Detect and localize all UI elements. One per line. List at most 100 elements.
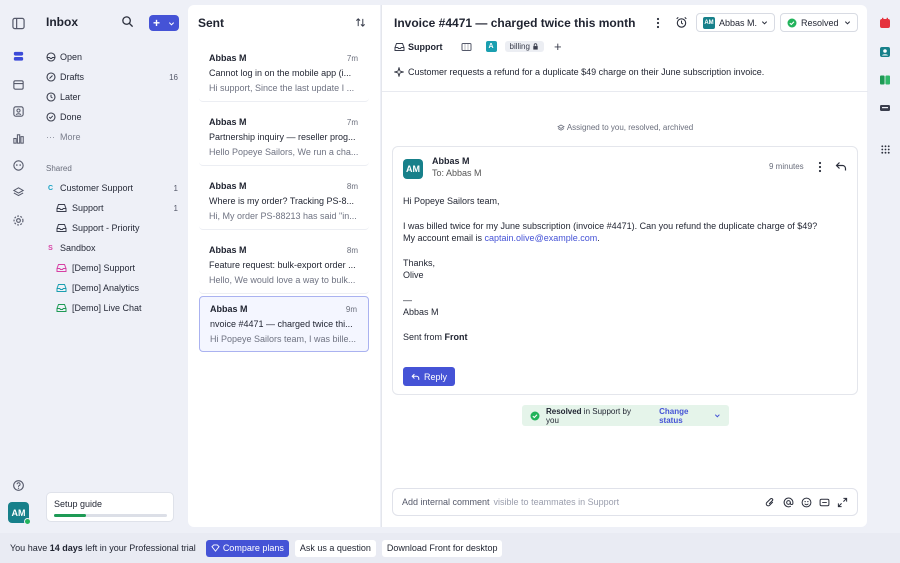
app-grid-icon[interactable] [878,142,892,156]
sandbox-letter-icon: S [48,244,53,252]
green-book-app-icon[interactable] [878,73,892,87]
inbox-stack-icon[interactable] [9,47,27,65]
shared-demo-live-chat[interactable]: [Demo] Live Chat [56,299,178,317]
chevron-down-icon [168,20,175,27]
conversation-title: Invoice #4471 — charged twice this month [394,16,636,30]
activity-note: Assigned to you, resolved, archived [382,123,868,132]
analytics-icon[interactable] [9,129,27,147]
tag-row: Support A billing + [394,40,562,53]
nav-drafts[interactable]: Drafts 16 [46,68,178,86]
tag-billing[interactable]: billing [504,41,544,52]
red-app-icon[interactable] [878,16,892,30]
message-card: AM Abbas M To: Abbas M 9 minutes Hi Pope… [392,146,858,395]
ai-summary: Customer requests a refund for a duplica… [394,67,764,77]
reply-button[interactable]: Reply [403,367,456,386]
app-badge-icon[interactable]: A [485,41,497,52]
inbox-icon [56,223,72,233]
recipient: To: Abbas M [432,168,482,178]
check-circle-icon [787,18,797,28]
sender-avatar: AM [403,159,423,179]
nav-later[interactable]: Later [46,88,178,106]
message-body: Hi Popeye Sailors team, I was billed twi… [403,196,818,342]
more-vertical-icon[interactable] [654,17,662,29]
shared-demo-analytics[interactable]: [Demo] Analytics [56,279,178,297]
contacts-icon[interactable] [9,102,27,120]
comment-composer[interactable]: Add internal comment visible to teammate… [392,488,858,516]
layers-small-icon [557,124,565,132]
compare-plans-button[interactable]: Compare plans [205,539,289,557]
layers-icon[interactable] [9,183,27,201]
setup-guide[interactable]: Setup guide [46,492,174,522]
status-dropdown[interactable]: Resolved [780,13,858,32]
search-icon[interactable] [121,15,134,28]
check-circle-icon [530,411,540,421]
shared-support-priority[interactable]: Support - Priority [56,219,178,237]
online-status-dot [24,518,31,525]
shared-support[interactable]: Support 1 [56,199,178,217]
shared-section-label: Shared [46,164,72,173]
keyboard-app-icon[interactable] [878,101,892,115]
message-more-icon[interactable] [816,161,824,173]
message-time: 9 minutes [769,162,804,171]
compose-button[interactable]: + [149,15,179,31]
chevron-down-icon [844,19,851,26]
list-item-selected[interactable]: Abbas M 9m nvoice #4471 — charged twice th… [199,296,369,352]
customer-support-letter-icon: C [47,184,54,192]
snooze-alarm-icon[interactable] [675,16,688,29]
ask-question-button[interactable]: Ask us a question [294,539,376,557]
shared-sandbox[interactable]: S Sandbox [46,239,178,257]
chevron-down-icon [715,414,721,418]
list-item[interactable]: Abbas M 7m Cannot log in on the mobile app… [199,46,369,102]
trial-banner: You have 14 days left in your Profession… [0,533,900,563]
download-desktop-button[interactable]: Download Front for desktop [381,539,503,557]
shared-customer-support[interactable]: C Customer Support 1 [46,179,178,197]
sent-list-panel: Sent Abbas M 7m Cannot log in on the mobil… [188,5,380,527]
diamond-icon [211,544,220,552]
inbox-tray-icon [46,52,60,62]
change-status-link[interactable]: Change status [659,407,721,425]
setup-guide-label: Setup guide [54,499,103,509]
email-link[interactable]: captain.olive@example.com [485,233,598,243]
attachment-icon[interactable] [765,497,776,508]
help-icon[interactable] [9,476,27,494]
front-link[interactable]: Front [445,332,468,342]
inbox-title: Inbox [46,15,78,29]
shared-demo-support[interactable]: [Demo] Support [56,259,178,277]
assignee-dropdown[interactable]: AM Abbas M. [696,13,775,32]
sort-arrows-icon[interactable] [355,17,366,28]
list-item[interactable]: Abbas M 8m Feature request: bulk-export or… [199,238,369,294]
reply-arrow-icon[interactable] [835,161,847,172]
check-circle-icon [46,112,60,122]
settings-gear-icon[interactable] [9,211,27,229]
reply-icon [411,373,420,381]
contact-card-app-icon[interactable] [878,45,892,59]
nav-open[interactable]: Open [46,48,178,66]
expand-icon[interactable] [837,497,848,508]
setup-progress-bar [54,514,167,517]
ticket-icon[interactable] [461,42,472,52]
inbox-pink-icon [56,263,72,273]
clock-icon [46,92,60,102]
mention-icon[interactable] [783,497,794,508]
user-avatar[interactable]: AM [8,502,31,525]
inbox-panel: Inbox + Open Drafts 16 Later Done ··· More… [36,0,186,532]
inbox-tag[interactable]: Support [394,42,443,52]
gif-icon[interactable] [819,497,830,508]
plus-icon: + [152,16,160,30]
list-item[interactable]: Abbas M 7m Partnership inquiry — reseller … [199,110,369,166]
more-dots-icon: ··· [46,132,55,142]
assignee-avatar: AM [703,16,715,29]
nav-more[interactable]: ··· More [46,128,178,146]
nav-done[interactable]: Done [46,108,178,126]
emoji-icon[interactable] [801,497,812,508]
list-item[interactable]: Abbas M 8m Where is my order? Tracking PS-… [199,174,369,230]
calendar-icon[interactable] [9,75,27,93]
sent-title: Sent [198,16,225,30]
inbox-green-icon [56,303,72,313]
setup-progress-fill [54,514,86,517]
chat-bot-icon[interactable] [9,156,27,174]
sidebar-toggle-icon[interactable] [9,14,27,32]
sparkle-icon [394,67,404,77]
sender-name: Abbas M [432,156,470,166]
add-tag-icon[interactable]: + [554,40,562,53]
